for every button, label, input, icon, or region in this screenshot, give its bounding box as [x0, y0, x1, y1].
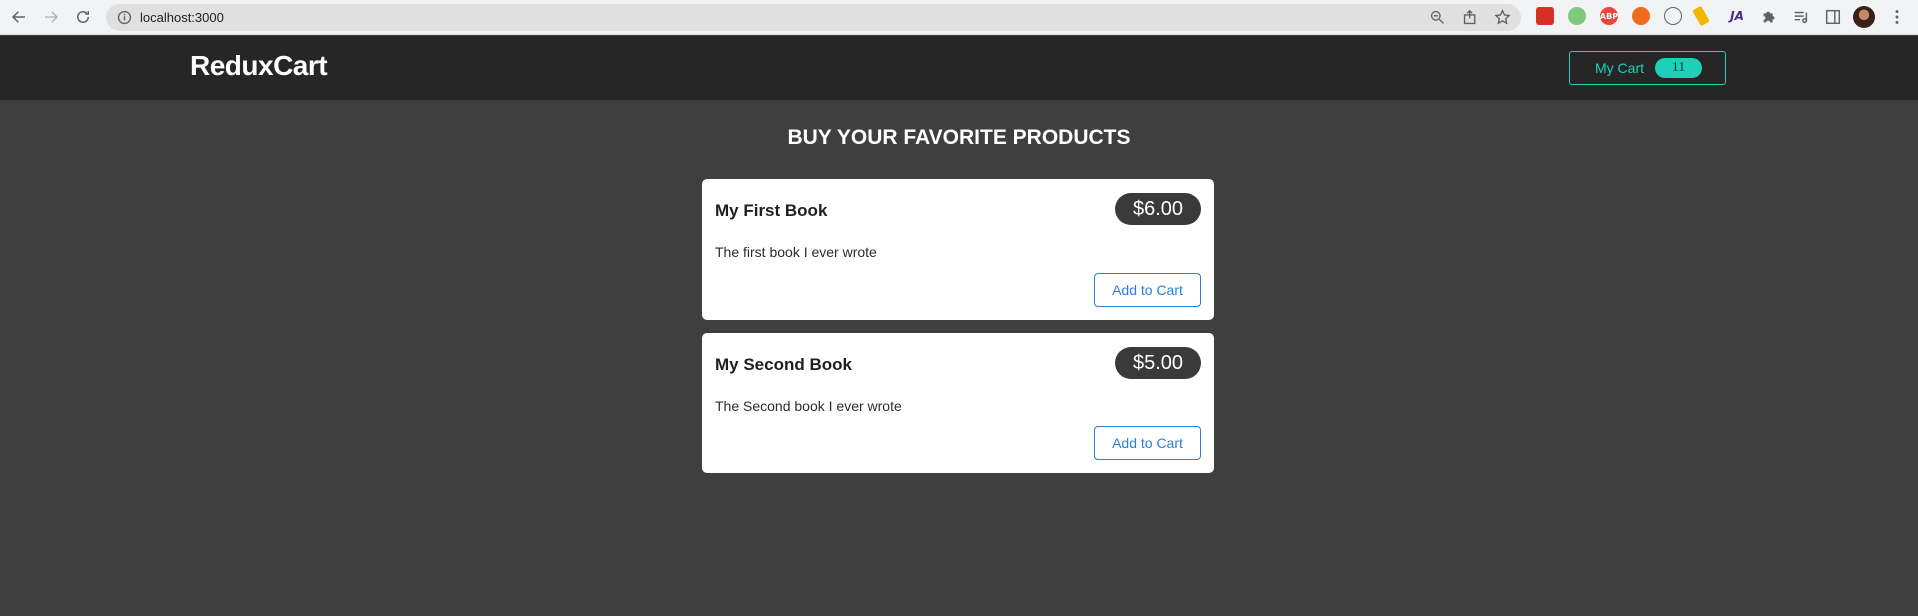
menu-kebab-icon[interactable]: [1888, 8, 1906, 26]
forward-icon[interactable]: [40, 6, 62, 28]
extension-green-icon[interactable]: [1568, 7, 1586, 25]
info-icon[interactable]: [116, 9, 133, 26]
zoom-out-icon[interactable]: [1429, 9, 1446, 26]
bookmark-star-icon[interactable]: [1494, 9, 1511, 26]
url-text[interactable]: localhost:3000: [140, 10, 224, 25]
product-card: My Second Book $5.00 The Second book I e…: [702, 333, 1214, 473]
extension-orange-icon[interactable]: [1632, 7, 1650, 25]
highlighter-icon[interactable]: [1692, 5, 1710, 27]
product-name: My Second Book: [715, 355, 852, 374]
cart-count-badge: 11: [1655, 58, 1702, 78]
address-bar[interactable]: localhost:3000: [106, 4, 1521, 31]
brand-logo[interactable]: ReduxCart: [190, 50, 328, 82]
adblock-icon[interactable]: ABP: [1600, 7, 1618, 25]
extension-red-icon[interactable]: [1536, 7, 1554, 25]
cart-label: My Cart: [1595, 60, 1644, 76]
app-header: ReduxCart My Cart 11: [0, 36, 1918, 100]
product-price-badge: $5.00: [1115, 347, 1201, 379]
media-queue-icon[interactable]: [1792, 8, 1810, 26]
puzzle-icon[interactable]: [1760, 8, 1778, 26]
profile-avatar[interactable]: [1853, 6, 1875, 28]
share-icon[interactable]: [1462, 9, 1479, 26]
browser-toolbar: localhost:3000 ABP JA: [0, 0, 1918, 35]
product-description: The first book I ever wrote: [715, 244, 877, 260]
product-description: The Second book I ever wrote: [715, 398, 902, 414]
page-title: BUY YOUR FAVORITE PRODUCTS: [787, 126, 1131, 149]
add-to-cart-button[interactable]: Add to Cart: [1094, 273, 1201, 307]
back-icon[interactable]: [8, 6, 30, 28]
extension-ja-icon[interactable]: JA: [1728, 7, 1746, 25]
extension-circle-icon[interactable]: [1664, 7, 1682, 25]
reload-icon[interactable]: [72, 6, 94, 28]
product-name: My First Book: [715, 201, 828, 220]
product-card: My First Book $6.00 The first book I eve…: [702, 179, 1214, 320]
my-cart-button[interactable]: My Cart 11: [1569, 51, 1726, 85]
product-price-badge: $6.00: [1115, 193, 1201, 225]
add-to-cart-button[interactable]: Add to Cart: [1094, 426, 1201, 460]
side-panel-icon[interactable]: [1824, 8, 1842, 26]
